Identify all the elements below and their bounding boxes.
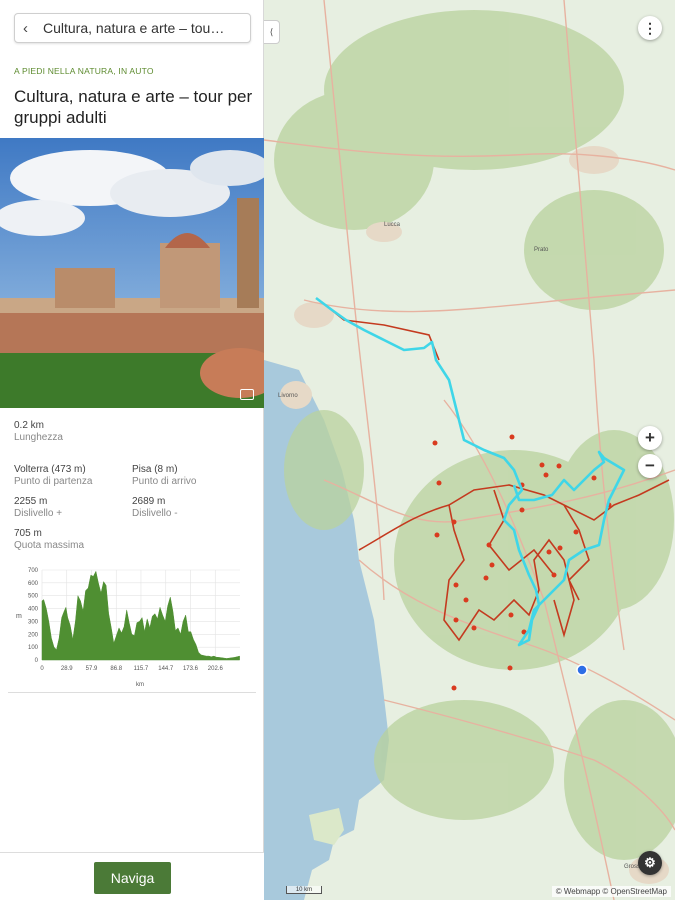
x-tick-label: 144.7	[158, 666, 174, 672]
y-tick-label: 600	[28, 581, 39, 587]
y-axis-label: m	[16, 613, 22, 620]
x-axis-ticks: 0 28.9 57.9 86.8 115.7 144.7 173.6 202.6	[40, 666, 223, 672]
map-menu-button[interactable]: ⋮	[638, 16, 662, 40]
y-tick-label: 0	[35, 658, 39, 664]
end-value: Pisa (8 m)	[132, 464, 178, 475]
x-tick-label: 0	[40, 666, 44, 672]
map-view[interactable]: Lucca Prato Livorno Grosseto ⋮ + − ⚙ 10 …	[264, 0, 675, 900]
navigate-button[interactable]: Naviga	[94, 862, 171, 894]
route-photo[interactable]	[0, 138, 264, 408]
section-divider	[8, 692, 256, 693]
stat-end: Pisa (8 m) Punto di arrivo	[132, 464, 196, 488]
zoom-in-button[interactable]: +	[638, 426, 662, 450]
map-place-label: Lucca	[384, 222, 401, 228]
x-tick-label: 28.9	[61, 666, 73, 672]
user-location-marker	[576, 664, 588, 676]
photo-illustration	[0, 138, 264, 408]
y-axis-ticks: 0 100 200 300 400 500 600 700	[28, 568, 39, 664]
gallery-icon[interactable]	[240, 389, 254, 400]
x-axis-label: km	[136, 682, 144, 688]
route-category: A PIEDI NELLA NATURA, IN AUTO	[14, 66, 154, 76]
map-place-label: Prato	[534, 247, 549, 253]
end-label: Punto di arrivo	[132, 476, 197, 487]
collapse-panel-icon: ⟨	[269, 26, 274, 37]
length-label: Lunghezza	[14, 432, 63, 443]
title-bar[interactable]: ‹ Cultura, natura e arte – tou…	[14, 13, 251, 43]
map-place-label: Livorno	[278, 393, 298, 399]
x-tick-label: 173.6	[183, 666, 199, 672]
header-title: Cultura, natura e arte – tou…	[43, 20, 225, 36]
route-title: Cultura, natura e arte – tour per gruppi…	[14, 87, 253, 127]
stat-descent: 2689 m Dislivello -	[132, 496, 178, 520]
chevron-left-icon[interactable]: ‹	[23, 20, 35, 37]
bottom-action-bar: Naviga	[0, 852, 264, 900]
more-vertical-icon: ⋮	[643, 19, 657, 36]
detail-panel: ‹ Cultura, natura e arte – tou… A PIEDI …	[0, 0, 264, 900]
start-value: Volterra (473 m)	[14, 464, 86, 475]
elevation-chart[interactable]: 0 100 200 300 400 500 600 700 0 28.9 57.9 86.8 115.…	[14, 562, 250, 688]
y-tick-label: 300	[28, 619, 39, 625]
locate-button[interactable]: ⚙	[638, 851, 662, 875]
collapse-panel-button[interactable]: ⟨	[264, 20, 280, 44]
max-altitude-label: Quota massima	[14, 540, 85, 551]
y-tick-label: 500	[28, 594, 39, 600]
descent-label: Dislivello -	[132, 508, 178, 519]
y-tick-label: 700	[28, 568, 39, 574]
y-tick-label: 400	[28, 607, 39, 613]
start-label: Punto di partenza	[14, 476, 93, 487]
x-tick-label: 115.7	[134, 666, 149, 672]
map-canvas[interactable]	[264, 0, 675, 900]
descent-value: 2689 m	[132, 496, 166, 507]
stat-max-altitude: 705 m Quota massima	[14, 528, 84, 552]
x-tick-label: 86.8	[110, 666, 122, 672]
y-tick-label: 200	[28, 632, 39, 638]
stat-ascent: 2255 m Dislivello +	[14, 496, 62, 520]
x-tick-label: 57.9	[86, 666, 98, 672]
length-value: 0.2 km	[14, 420, 45, 431]
gear-locate-icon: ⚙	[644, 855, 656, 870]
stat-length: 0.2 km Lunghezza	[14, 420, 63, 444]
y-tick-label: 100	[28, 645, 39, 651]
map-attribution[interactable]: © Webmapp © OpenStreetMap	[551, 886, 671, 897]
ascent-label: Dislivello +	[14, 508, 63, 519]
stat-start: Volterra (473 m) Punto di partenza	[14, 464, 92, 488]
x-tick-label: 202.6	[208, 666, 224, 672]
max-altitude-value: 705 m	[14, 528, 42, 539]
ascent-value: 2255 m	[14, 496, 48, 507]
zoom-out-button[interactable]: −	[638, 454, 662, 478]
scale-bar: 10 km	[286, 886, 322, 894]
